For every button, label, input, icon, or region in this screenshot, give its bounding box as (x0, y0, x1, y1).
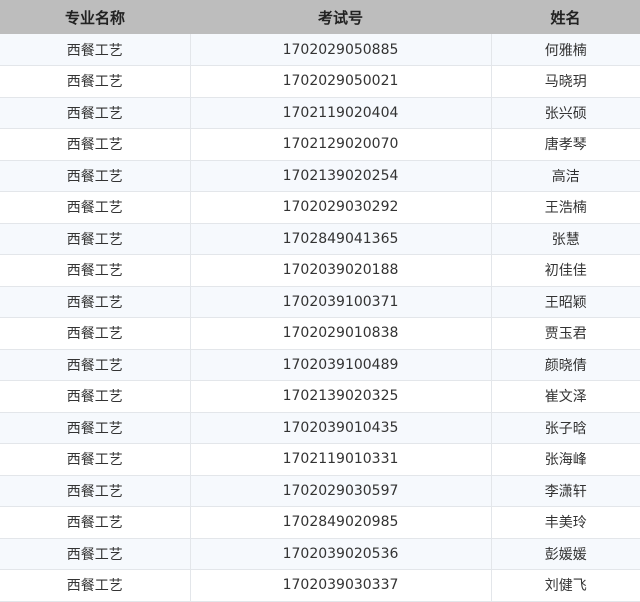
cell-name: 李潇轩 (491, 475, 640, 507)
cell-name: 彭媛媛 (491, 538, 640, 570)
cell-exam-number: 1702139020254 (190, 160, 492, 192)
cell-exam-number: 1702129020070 (190, 128, 492, 161)
cell-major: 西餐工艺 (0, 380, 191, 413)
cell-name: 唐孝琴 (491, 128, 640, 161)
cell-major: 西餐工艺 (0, 412, 191, 444)
cell-major: 西餐工艺 (0, 349, 191, 381)
cell-name: 张兴硕 (491, 97, 640, 129)
cell-name: 张海峰 (491, 443, 640, 476)
cell-exam-number: 1702119020404 (190, 97, 492, 129)
cell-major: 西餐工艺 (0, 506, 191, 539)
cell-exam-number: 1702029050021 (190, 65, 492, 98)
table-row: 西餐工艺 1702029050021 马晓玥 (0, 65, 640, 98)
cell-exam-number: 1702039020188 (190, 254, 492, 287)
cell-major: 西餐工艺 (0, 317, 191, 350)
cell-name: 贾玉君 (491, 317, 640, 350)
cell-name: 初佳佳 (491, 254, 640, 287)
table-row: 西餐工艺 1702139020254 高洁 (0, 160, 640, 192)
table-row: 西餐工艺 1702039100371 王昭颖 (0, 286, 640, 318)
cell-exam-number: 1702039100489 (190, 349, 492, 381)
cell-major: 西餐工艺 (0, 65, 191, 98)
cell-major: 西餐工艺 (0, 34, 191, 66)
cell-name: 丰美玲 (491, 506, 640, 539)
cell-exam-number: 1702849020985 (190, 506, 492, 539)
cell-name: 崔文泽 (491, 380, 640, 413)
table-row: 西餐工艺 1702039010435 张子晗 (0, 412, 640, 444)
table-header: 专业名称 考试号 姓名 (0, 0, 640, 34)
cell-major: 西餐工艺 (0, 475, 191, 507)
cell-exam-number: 1702849041365 (190, 223, 492, 255)
cell-exam-number: 1702039100371 (190, 286, 492, 318)
cell-exam-number: 1702039030337 (190, 569, 492, 602)
cell-exam-number: 1702029030292 (190, 191, 492, 224)
table-row: 西餐工艺 1702119010331 张海峰 (0, 443, 640, 476)
results-table: 专业名称 考试号 姓名 西餐工艺 1702029050885 何雅楠 西餐工艺 1702… (0, 0, 640, 602)
cell-name: 王昭颖 (491, 286, 640, 318)
cell-major: 西餐工艺 (0, 128, 191, 161)
cell-major: 西餐工艺 (0, 569, 191, 602)
cell-name: 王浩楠 (491, 191, 640, 224)
cell-name: 颜晓倩 (491, 349, 640, 381)
table-row: 西餐工艺 1702129020070 唐孝琴 (0, 128, 640, 161)
cell-name: 刘健飞 (491, 569, 640, 602)
table-row: 西餐工艺 1702029010838 贾玉君 (0, 317, 640, 350)
cell-name: 马晓玥 (491, 65, 640, 98)
cell-exam-number: 1702029050885 (190, 34, 492, 66)
table-row: 西餐工艺 1702039100489 颜晓倩 (0, 349, 640, 381)
cell-major: 西餐工艺 (0, 160, 191, 192)
cell-name: 何雅楠 (491, 34, 640, 66)
table-row: 西餐工艺 1702029030597 李潇轩 (0, 475, 640, 507)
cell-exam-number: 1702039010435 (190, 412, 492, 444)
cell-exam-number: 1702029030597 (190, 475, 492, 507)
header-row: 专业名称 考试号 姓名 (0, 0, 640, 34)
cell-exam-number: 1702119010331 (190, 443, 492, 476)
table-row: 西餐工艺 1702029030292 王浩楠 (0, 191, 640, 224)
cell-exam-number: 1702029010838 (190, 317, 492, 350)
table-row: 西餐工艺 1702039030337 刘健飞 (0, 569, 640, 602)
cell-name: 张子晗 (491, 412, 640, 444)
table-row: 西餐工艺 1702039020188 初佳佳 (0, 254, 640, 287)
cell-major: 西餐工艺 (0, 286, 191, 318)
table-row: 西餐工艺 1702029050885 何雅楠 (0, 34, 640, 66)
header-name: 姓名 (550, 8, 581, 27)
table-row: 西餐工艺 1702119020404 张兴硕 (0, 97, 640, 129)
table-body: 西餐工艺 1702029050885 何雅楠 西餐工艺 1702029050021 马晓玥… (0, 34, 640, 602)
cell-major: 西餐工艺 (0, 191, 191, 224)
table-row: 西餐工艺 1702849020985 丰美玲 (0, 506, 640, 539)
cell-major: 西餐工艺 (0, 538, 191, 570)
cell-major: 西餐工艺 (0, 223, 191, 255)
cell-exam-number: 1702039020536 (190, 538, 492, 570)
cell-name: 高洁 (491, 160, 640, 192)
cell-name: 张慧 (491, 223, 640, 255)
cell-major: 西餐工艺 (0, 254, 191, 287)
cell-major: 西餐工艺 (0, 97, 191, 129)
cell-major: 西餐工艺 (0, 443, 191, 476)
table-row: 西餐工艺 1702849041365 张慧 (0, 223, 640, 255)
header-exam-number: 考试号 (317, 8, 363, 27)
table-row: 西餐工艺 1702139020325 崔文泽 (0, 380, 640, 413)
table-row: 西餐工艺 1702039020536 彭媛媛 (0, 538, 640, 570)
header-major: 专业名称 (64, 8, 125, 27)
cell-exam-number: 1702139020325 (190, 380, 492, 413)
